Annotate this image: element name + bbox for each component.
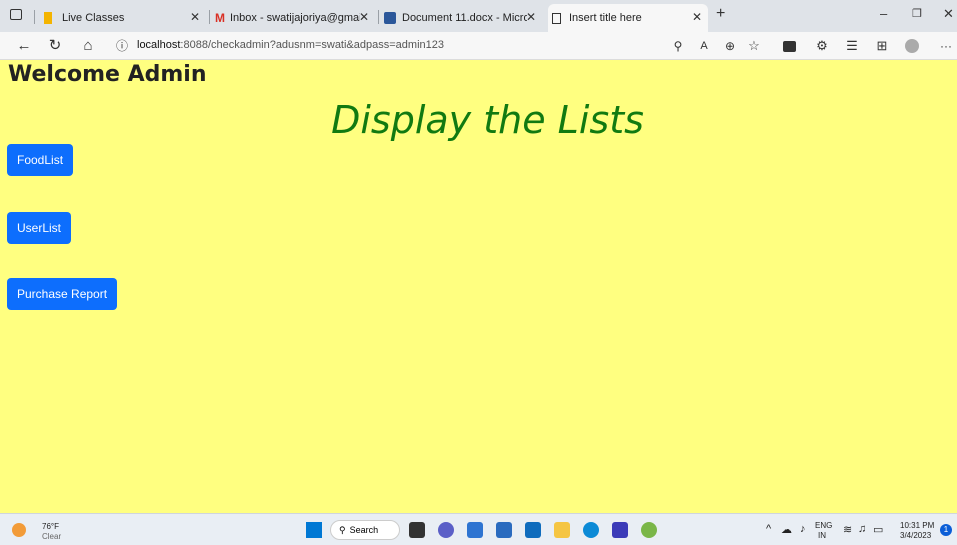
mic-icon[interactable]: ♪	[800, 523, 806, 535]
minimize-icon[interactable]: –	[880, 6, 887, 21]
tab-bar: Live Classes ✕ M Inbox - swatijajoriya@g…	[0, 0, 957, 32]
close-tab-icon[interactable]: ✕	[526, 10, 536, 24]
tab-document[interactable]: Document 11.docx - Microsoft W ✕	[384, 4, 542, 32]
extension-icon[interactable]	[783, 41, 796, 52]
calculator-icon[interactable]	[496, 522, 512, 538]
notification-badge[interactable]: 1	[940, 524, 952, 536]
page-icon	[552, 12, 561, 24]
welcome-title: Welcome Admin	[8, 62, 207, 87]
chat-icon[interactable]	[438, 522, 454, 538]
task-view-icon[interactable]	[409, 522, 425, 538]
close-window-icon[interactable]: ✕	[943, 6, 954, 22]
restore-icon[interactable]: ❐	[912, 7, 922, 20]
clock-time[interactable]: 10:31 PM	[900, 521, 934, 530]
purchase-report-button[interactable]: Purchase Report	[7, 278, 118, 310]
onedrive-icon[interactable]: ☁	[781, 523, 792, 536]
gmail-icon: M	[215, 11, 225, 25]
back-icon[interactable]: ←	[14, 36, 34, 56]
url-field[interactable]: localhost:8088/checkadmin?adusnm=swati&a…	[137, 39, 444, 51]
avatar[interactable]	[905, 39, 919, 53]
clock-date: 3/4/2023	[900, 531, 932, 540]
page-heading: Display the Lists	[331, 98, 644, 142]
address-bar: ← ↻ ⌂ ⓘ localhost:8088/checkadmin?adusnm…	[0, 32, 957, 60]
zoom-icon[interactable]: ⊕	[720, 36, 740, 56]
tab-label: Inbox - swatijajoriya@gmail.com	[230, 12, 360, 24]
new-tab-icon[interactable]: +	[716, 5, 725, 23]
tab-label: Document 11.docx - Microsoft W	[402, 12, 527, 24]
close-tab-icon[interactable]: ✕	[190, 10, 200, 24]
close-tab-icon[interactable]: ✕	[359, 10, 369, 24]
favorite-icon[interactable]: ☆	[744, 36, 764, 56]
collections-icon[interactable]: ⊞	[872, 36, 892, 56]
close-tab-icon[interactable]: ✕	[692, 10, 702, 24]
language[interactable]: ENG	[815, 521, 832, 530]
weather-desc: Clear	[42, 532, 62, 541]
tab-inbox[interactable]: M Inbox - swatijajoriya@gmail.com ✕	[215, 4, 375, 32]
word-icon	[384, 12, 396, 24]
userlist-button[interactable]: UserList	[7, 212, 72, 244]
page-content: Welcome Admin Display the Lists FoodList…	[0, 60, 957, 513]
weather-icon[interactable]	[12, 523, 26, 537]
search-icon: ⚲	[339, 524, 346, 535]
key-icon[interactable]: ⚲	[668, 36, 688, 56]
refresh-icon[interactable]: ↻	[45, 36, 65, 56]
app-icon[interactable]	[467, 522, 483, 538]
app-icon-2[interactable]	[612, 522, 628, 538]
live-classes-icon	[44, 12, 52, 24]
file-explorer-icon[interactable]	[554, 522, 570, 538]
url-path: :8088/checkadmin?adusnm=swati&adpass=adm…	[180, 39, 444, 51]
tab-actions-icon[interactable]	[10, 9, 22, 20]
foodlist-button[interactable]: FoodList	[7, 144, 74, 176]
volume-icon[interactable]: ♫	[858, 523, 866, 535]
tab-label: Insert title here	[569, 12, 642, 24]
home-icon[interactable]: ⌂	[78, 36, 98, 56]
edge-icon[interactable]	[583, 522, 599, 538]
mail-icon[interactable]	[525, 522, 541, 538]
wifi-icon[interactable]: ≋	[843, 523, 852, 536]
info-icon[interactable]: ⓘ	[112, 36, 132, 56]
weather-temp: 76°F	[42, 522, 59, 531]
windows-start-icon[interactable]	[306, 522, 322, 538]
read-aloud-icon[interactable]: A	[694, 36, 714, 56]
taskbar: 76°F Clear ⚲ Search ^ ☁ ♪ ENG IN ≋ ♫ ▭ 1…	[0, 513, 957, 545]
search-label: Search	[349, 525, 379, 535]
tab-label: Live Classes	[62, 12, 125, 24]
favorites-list-icon[interactable]: ☰	[842, 36, 862, 56]
region: IN	[818, 531, 826, 540]
extensions-icon[interactable]: ⚙	[812, 36, 832, 56]
more-icon[interactable]: ···	[936, 36, 956, 56]
battery-icon[interactable]: ▭	[873, 523, 883, 536]
app-icon-3[interactable]	[641, 522, 657, 538]
chevron-up-icon[interactable]: ^	[766, 523, 771, 535]
search-box[interactable]: ⚲ Search	[330, 520, 400, 540]
url-host: localhost	[137, 39, 181, 51]
tab-insert-title[interactable]: Insert title here ✕	[548, 4, 708, 32]
tab-live-classes[interactable]: Live Classes ✕	[44, 4, 206, 32]
